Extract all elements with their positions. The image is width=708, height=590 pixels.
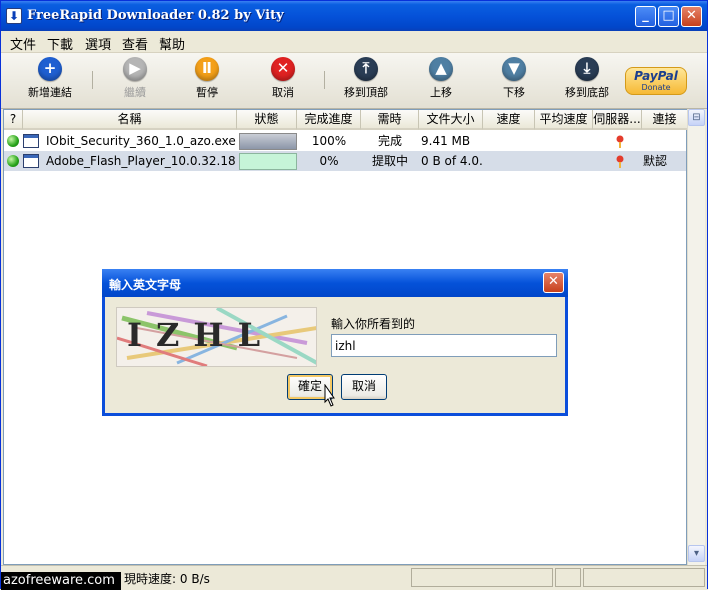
size-value: 0 B of 4.0... — [421, 154, 483, 168]
add-link-label: 新增連結 — [28, 86, 72, 99]
status-green-icon — [7, 155, 19, 167]
maximize-button[interactable]: □ — [658, 6, 679, 27]
cancel-download-button[interactable]: ✕ 取消 — [263, 57, 303, 100]
move-up-button[interactable]: ▲ 上移 — [421, 57, 461, 100]
toolbar-separator — [324, 71, 325, 89]
move-to-top-button[interactable]: ⤒ 移到頂部 — [341, 57, 391, 100]
pause-label: 暫停 — [196, 86, 218, 99]
arrow-up-icon: ▲ — [429, 57, 453, 81]
paypal-logo: PayPal — [634, 69, 678, 83]
x-icon: ✕ — [271, 57, 295, 81]
menu-file[interactable]: 文件 — [10, 34, 36, 53]
progress-value: 0% — [319, 154, 339, 168]
file-name: Adobe_Flash_Player_10.0.32.18... — [46, 154, 236, 168]
pause-icon: Ⅱ — [195, 57, 219, 81]
dialog-title: 輸入英文字母 — [109, 278, 182, 292]
title-bar[interactable]: ⬇ FreeRapid Downloader 0.82 by Vity _ □ … — [1, 1, 707, 31]
move-down-button[interactable]: ▼ 下移 — [494, 57, 534, 100]
menu-options[interactable]: 選項 — [85, 34, 111, 53]
column-header-avg-speed[interactable]: 平均速度 — [535, 110, 593, 130]
menu-help[interactable]: 幫助 — [159, 34, 185, 53]
connection-value: 默認 — [642, 154, 667, 168]
paypal-donate-button[interactable]: PayPal Donate — [625, 67, 687, 95]
close-button[interactable]: ✕ — [681, 6, 702, 27]
resume-label: 繼續 — [124, 86, 146, 99]
plus-icon: + — [38, 57, 62, 81]
table-row[interactable]: Adobe_Flash_Player_10.0.32.18... 0% 提取中 … — [4, 151, 686, 171]
move-up-label: 上移 — [430, 86, 452, 99]
status-slot — [411, 568, 553, 587]
captcha-text: IZHL — [127, 316, 275, 354]
resume-button[interactable]: ▶ 繼續 — [115, 57, 155, 100]
play-icon: ▶ — [123, 57, 147, 81]
window-title: FreeRapid Downloader 0.82 by Vity — [27, 8, 284, 23]
cancel-button[interactable]: 取消 — [341, 374, 387, 400]
pin-icon — [616, 155, 624, 168]
move-to-bottom-label: 移到底部 — [565, 86, 609, 99]
file-icon — [23, 134, 39, 148]
pin-icon — [616, 135, 624, 148]
main-window: ⬇ FreeRapid Downloader 0.82 by Vity _ □ … — [0, 0, 708, 590]
column-header-speed[interactable]: 速度 — [483, 110, 535, 130]
menu-view[interactable]: 查看 — [122, 34, 148, 53]
menu-download[interactable]: 下載 — [47, 34, 73, 53]
move-to-bottom-button[interactable]: ⤓ 移到底部 — [562, 57, 612, 100]
status-slot — [583, 568, 705, 587]
pause-button[interactable]: Ⅱ 暫停 — [187, 57, 227, 100]
column-header-time[interactable]: 需時 — [361, 110, 419, 130]
progress-bar — [239, 133, 297, 150]
captcha-dialog: 輸入英文字母 ✕ IZHL 輸入你所看到的 確定 取消 — [102, 269, 568, 416]
captcha-input[interactable] — [331, 334, 557, 357]
table-row[interactable]: IObit_Security_360_1.0_azo.exe 100% 完成 9… — [4, 131, 686, 151]
toolbar-separator — [92, 71, 93, 89]
move-to-top-label: 移到頂部 — [344, 86, 388, 99]
move-bottom-icon: ⤓ — [575, 57, 599, 81]
file-icon — [23, 154, 39, 168]
progress-value: 100% — [311, 134, 347, 148]
menu-bar: 文件 下載 選項 查看 幫助 — [1, 31, 707, 53]
status-green-icon — [7, 135, 19, 147]
column-header-server[interactable]: 伺服器... — [593, 110, 642, 130]
time-value: 完成 — [377, 134, 402, 148]
vertical-scrollbar[interactable]: ⊟ ▾ — [687, 109, 705, 565]
column-header-question[interactable]: ? — [4, 110, 23, 130]
column-header-progress[interactable]: 完成進度 — [297, 110, 361, 130]
captcha-image: IZHL — [116, 307, 317, 367]
cancel-download-label: 取消 — [272, 86, 294, 99]
progress-bar — [239, 153, 297, 170]
size-value: 9.41 MB — [421, 134, 471, 148]
watermark: azofreeware.com — [1, 572, 121, 590]
column-header-size[interactable]: 文件大小 — [419, 110, 483, 130]
dialog-close-button[interactable]: ✕ — [543, 272, 564, 293]
arrow-down-icon: ▼ — [502, 57, 526, 81]
dialog-title-bar[interactable]: 輸入英文字母 ✕ — [102, 269, 568, 297]
column-header-name[interactable]: 名稱 — [23, 110, 237, 130]
clipboard-icon[interactable] — [555, 568, 581, 587]
toolbar: + 新增連結 ▶ 繼續 Ⅱ 暫停 ✕ 取消 ⤒ 移到頂部 ▲ 上移 ▼ 下移 ⤓… — [1, 53, 707, 109]
donate-label: Donate — [641, 83, 671, 92]
captcha-prompt: 輸入你所看到的 — [331, 317, 416, 331]
scroll-down-icon[interactable]: ▾ — [688, 545, 705, 562]
add-link-button[interactable]: + 新增連結 — [23, 57, 77, 100]
move-down-label: 下移 — [503, 86, 525, 99]
column-chooser-icon[interactable]: ⊟ — [688, 109, 705, 126]
move-top-icon: ⤒ — [354, 57, 378, 81]
download-arrow-icon: ⬇ — [6, 8, 22, 24]
minimize-button[interactable]: _ — [635, 6, 656, 27]
file-name: IObit_Security_360_1.0_azo.exe — [46, 134, 236, 148]
mouse-cursor-icon — [324, 384, 335, 407]
progress-bar-fill — [240, 134, 296, 149]
time-value: 提取中 — [371, 154, 408, 168]
column-header-connection[interactable]: 連接 — [642, 110, 688, 130]
column-header-status[interactable]: 狀態 — [237, 110, 297, 130]
